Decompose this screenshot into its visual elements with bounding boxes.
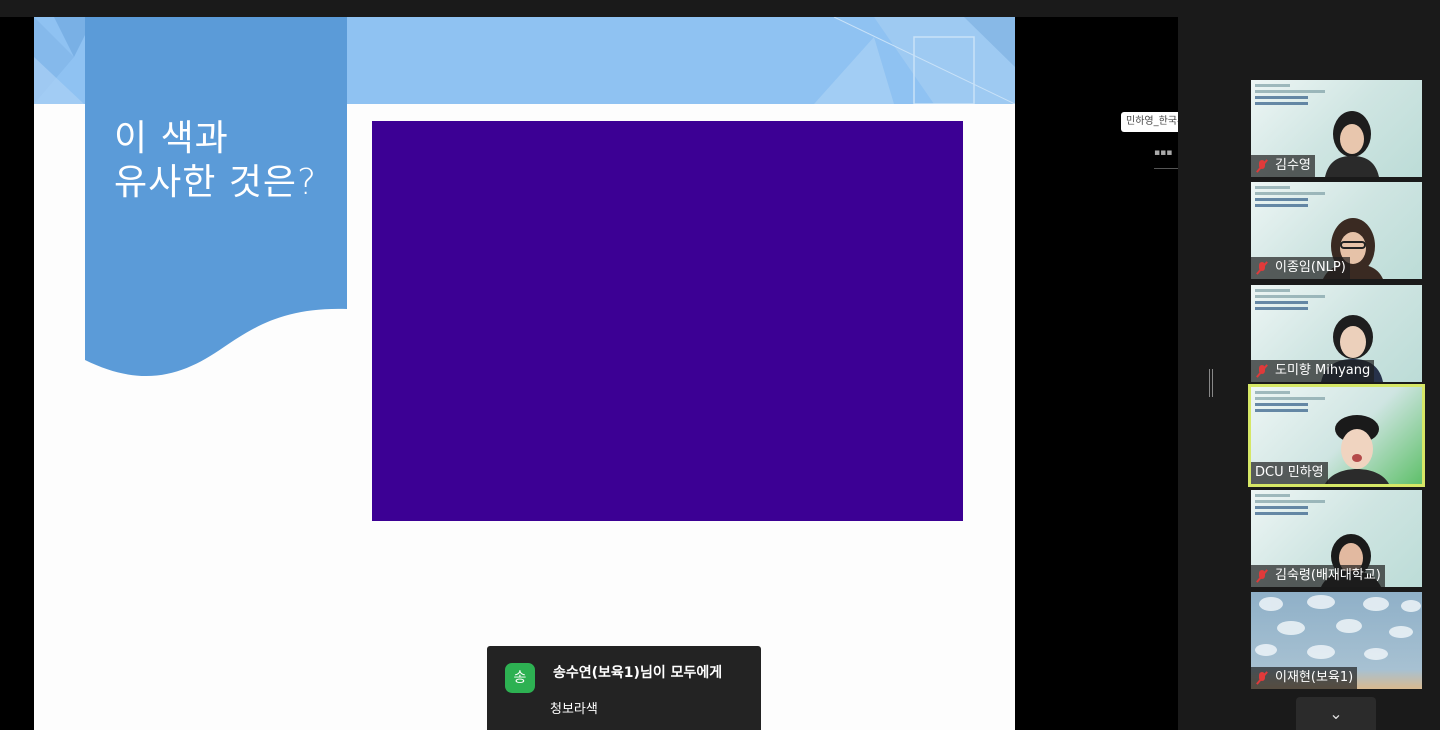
participant-name: 이종임(NLP) [1275,260,1346,275]
chat-notification[interactable]: 송 송수연(보육1)님이 모두에게 청보라색 [487,646,761,730]
divider [1154,168,1178,169]
chat-message: 청보라색 [550,702,598,717]
participant-name: 김숙령(배재대학교) [1275,568,1381,583]
participant-video [1325,111,1379,177]
top-bar [0,0,1440,17]
microphone-muted-icon [1255,569,1269,583]
presenter-name-tab[interactable]: 민하영_한국부 [1121,112,1178,132]
participant-name-bar: 이재현(보육1) [1251,667,1358,689]
slide-title-line-1: 이 색과 [114,118,229,159]
color-sample-box [372,121,963,521]
participant-name: 이재현(보육1) [1275,670,1354,685]
participant-name: DCU 민하영 [1255,465,1324,480]
microphone-muted-icon [1255,364,1269,378]
participant-video [1325,415,1389,484]
participant-name: 김수영 [1275,158,1311,173]
sender-avatar: 송 [505,663,535,693]
participant-name-bar: 김수영 [1251,155,1315,177]
participant-tile[interactable]: 김수영 [1251,80,1422,177]
slide-title: 이 색과 유사한 것은? [114,117,317,205]
participant-name-bar: 김숙령(배재대학교) [1251,565,1385,587]
microphone-muted-icon [1255,671,1269,685]
participant-name: 도미향 Mihyang [1275,363,1371,378]
resize-handle[interactable] [1209,369,1213,397]
background-banner [1255,391,1325,435]
chat-sender: 송수연(보육1)님이 모두에게 [553,665,723,681]
chevron-down-icon[interactable]: ⌄ [1296,697,1376,730]
shared-slide: 이 색과 유사한 것은? [34,17,1015,730]
participant-name-bar: 이종임(NLP) [1251,257,1350,279]
participant-tile[interactable]: 이재현(보육1) [1251,592,1422,689]
microphone-muted-icon [1255,159,1269,173]
participant-tile[interactable]: 이종임(NLP) [1251,182,1422,279]
microphone-muted-icon [1255,261,1269,275]
participant-tile[interactable]: 도미향 Mihyang [1251,285,1422,382]
participant-tile[interactable]: 김숙령(배재대학교) [1251,490,1422,587]
participant-tile-active-speaker[interactable]: DCU 민하영 [1248,384,1425,487]
participant-name-bar: DCU 민하영 [1251,462,1328,484]
participant-name-bar: 도미향 Mihyang [1251,360,1375,382]
view-options-icon[interactable]: ▪▪▪ [1154,148,1172,162]
slide-title-line-2: 유사한 것은? [114,162,318,203]
